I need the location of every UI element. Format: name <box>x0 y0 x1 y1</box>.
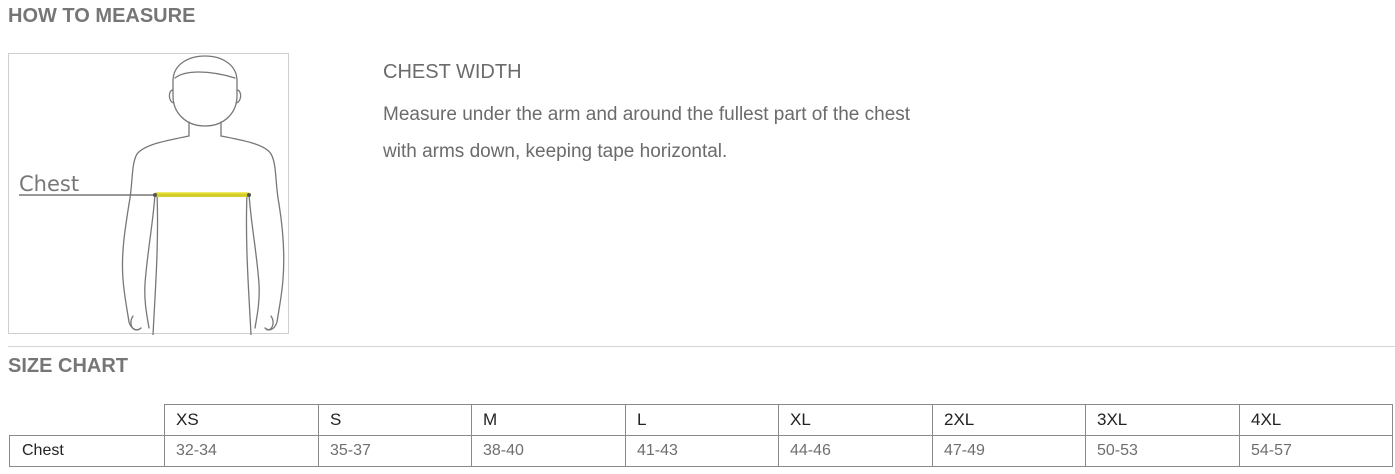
size-header-cell: 2XL <box>932 404 1086 436</box>
chest-label: Chest <box>19 172 79 196</box>
body-outline-illustration: Chest <box>19 55 285 335</box>
size-header-cell: L <box>625 404 779 436</box>
size-header-cell: S <box>318 404 472 436</box>
size-header-cell: XL <box>778 404 933 436</box>
size-header-cell: XS <box>164 404 319 436</box>
row-label-chest: Chest <box>9 435 165 467</box>
measure-line-2: with arms down, keeping tape horizontal. <box>383 141 728 162</box>
table-cell: 38-40 <box>471 435 626 467</box>
section-divider <box>8 346 1395 347</box>
size-chart-title: SIZE CHART <box>8 355 128 377</box>
table-cell: 35-37 <box>318 435 472 467</box>
table-cell: 47-49 <box>932 435 1086 467</box>
measure-heading: CHEST WIDTH <box>383 61 522 83</box>
table-cell: 54-57 <box>1239 435 1393 467</box>
measure-line-1: Measure under the arm and around the ful… <box>383 104 911 125</box>
table-cell: 50-53 <box>1085 435 1240 467</box>
table-corner-cell <box>9 404 165 436</box>
chest-measure-figure: Chest <box>8 53 289 335</box>
measure-instructions: CHEST WIDTH Measure under the arm and ar… <box>383 60 1003 170</box>
table-cell: 41-43 <box>625 435 779 467</box>
size-header-cell: M <box>471 404 626 436</box>
how-to-measure-title: HOW TO MEASURE <box>8 5 196 27</box>
size-header-row: XS S M L XL 2XL 3XL 4XL <box>9 404 1393 436</box>
size-header-cell: 3XL <box>1085 404 1240 436</box>
size-chart-table: XS S M L XL 2XL 3XL 4XL Chest 32-34 35-3… <box>9 404 1393 467</box>
table-cell: 44-46 <box>778 435 933 467</box>
table-cell: 32-34 <box>164 435 319 467</box>
size-header-cell: 4XL <box>1239 404 1393 436</box>
table-row: Chest 32-34 35-37 38-40 41-43 44-46 47-4… <box>9 435 1393 467</box>
